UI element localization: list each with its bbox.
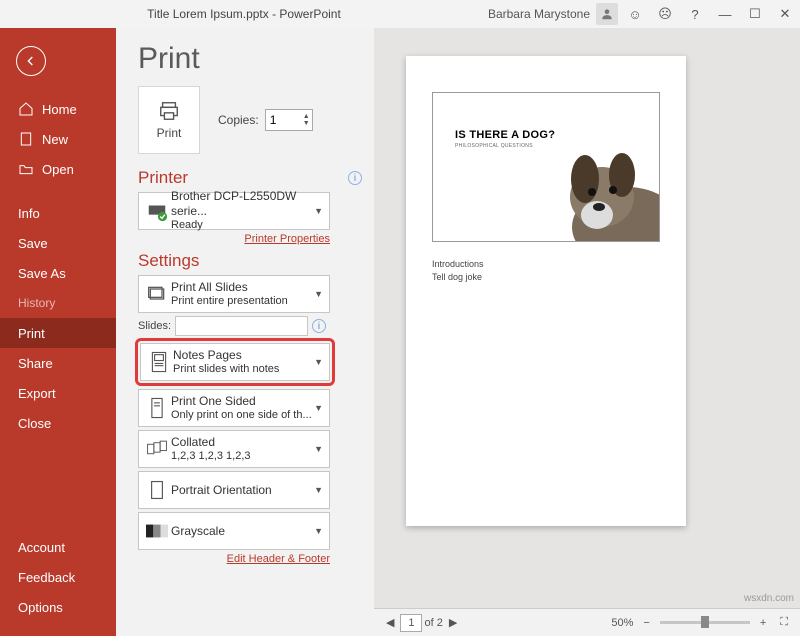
edit-header-footer-link[interactable]: Edit Header & Footer [227, 553, 330, 565]
help-icon[interactable]: ? [680, 0, 710, 28]
home-icon [18, 101, 34, 117]
window-title: Title Lorem Ipsum.pptx - PowerPoint [0, 7, 488, 21]
nav-home[interactable]: Home [0, 94, 116, 124]
chevron-down-icon: ▼ [312, 526, 325, 536]
preview-slide: IS THERE A DOG? PHILOSOPHICAL QUESTIONS [432, 92, 660, 242]
zoom-in-button[interactable]: + [756, 617, 770, 629]
page-of-label: of 2 [424, 617, 442, 629]
nav-info[interactable]: Info [0, 198, 116, 228]
color-select[interactable]: Grayscale ▼ [138, 512, 330, 550]
copies-spinner[interactable]: ▲▼ [303, 113, 312, 127]
print-range-select[interactable]: Print All SlidesPrint entire presentatio… [138, 275, 330, 313]
open-icon [18, 161, 34, 177]
print-button[interactable]: Print [138, 86, 200, 154]
new-icon [18, 131, 34, 147]
print-sides-select[interactable]: Print One SidedOnly print on one side of… [138, 389, 330, 427]
collated-icon [143, 440, 171, 458]
orientation-select[interactable]: Portrait Orientation ▼ [138, 471, 330, 509]
nav-save[interactable]: Save [0, 228, 116, 258]
notes-page-icon [145, 351, 173, 373]
nav-label: New [42, 132, 68, 147]
nav-share[interactable]: Share [0, 348, 116, 378]
nav-save-as[interactable]: Save As [0, 258, 116, 288]
slides-input[interactable] [175, 316, 308, 336]
prev-page-button[interactable]: ◀ [382, 616, 398, 629]
nav-new[interactable]: New [0, 124, 116, 154]
page-input[interactable]: 1 [400, 614, 422, 632]
backstage-sidebar: Home New Open Info Save Save As History … [0, 28, 116, 636]
nav-open[interactable]: Open [0, 154, 116, 184]
zoom-slider[interactable] [660, 621, 750, 624]
fit-to-window-button[interactable]: ⛶ [776, 616, 792, 629]
print-preview-pane: IS THERE A DOG? PHILOSOPHICAL QUESTIONS [374, 28, 800, 636]
zoom-label: 50% [611, 617, 633, 629]
chevron-down-icon: ▼ [312, 357, 325, 367]
nav-export[interactable]: Export [0, 378, 116, 408]
preview-notes: Introductions Tell dog joke [432, 258, 660, 283]
dog-image [537, 137, 660, 242]
chevron-down-icon: ▼ [312, 289, 325, 299]
printer-properties-link[interactable]: Printer Properties [244, 233, 330, 245]
nav-label: Home [42, 102, 77, 117]
preview-status-bar: ◀ 1 of 2 ▶ 50% − + ⛶ [374, 608, 800, 636]
print-layout-select[interactable]: Notes PagesPrint slides with notes ▼ [140, 343, 330, 381]
nav-options[interactable]: Options [0, 592, 116, 622]
feedback-smile-icon[interactable]: ☺ [620, 0, 650, 28]
nav-history: History [0, 288, 116, 318]
feedback-frown-icon[interactable]: ☹ [650, 0, 680, 28]
maximize-button[interactable]: ☐ [740, 0, 770, 28]
user-avatar[interactable] [596, 3, 618, 25]
nav-print[interactable]: Print [0, 318, 116, 348]
slides-icon [143, 284, 171, 304]
next-page-button[interactable]: ▶ [445, 616, 461, 629]
back-button[interactable] [16, 46, 46, 76]
chevron-down-icon: ▼ [312, 485, 325, 495]
print-settings-panel: Print Print Copies: 1 ▲▼ Printer i [116, 28, 374, 636]
chevron-down-icon: ▼ [312, 206, 325, 216]
zoom-out-button[interactable]: − [639, 617, 653, 629]
settings-heading: Settings [138, 251, 199, 271]
watermark: wsxdn.com [744, 593, 794, 604]
preview-page: IS THERE A DOG? PHILOSOPHICAL QUESTIONS [406, 56, 686, 526]
minimize-button[interactable]: — [710, 0, 740, 28]
printer-heading: Printer [138, 168, 188, 188]
nav-account[interactable]: Account [0, 532, 116, 562]
highlight-annotation: Notes PagesPrint slides with notes ▼ [135, 338, 335, 386]
chevron-down-icon: ▼ [312, 444, 325, 454]
portrait-icon [143, 480, 171, 500]
user-name: Barbara Marystone [488, 7, 590, 21]
copies-input[interactable]: 1 ▲▼ [265, 109, 313, 131]
close-button[interactable]: ✕ [770, 0, 800, 28]
slides-info-icon[interactable]: i [312, 319, 326, 333]
page-title: Print [138, 42, 366, 76]
slides-label: Slides: [138, 320, 171, 332]
copies-label: Copies: [218, 113, 259, 127]
printer-info-icon[interactable]: i [348, 171, 362, 185]
nav-label: Open [42, 162, 74, 177]
title-bar: Title Lorem Ipsum.pptx - PowerPoint Barb… [0, 0, 800, 28]
collate-select[interactable]: Collated1,2,3 1,2,3 1,2,3 ▼ [138, 430, 330, 468]
nav-close[interactable]: Close [0, 408, 116, 438]
printer-select[interactable]: Brother DCP-L2550DW serie... Ready ▼ [138, 192, 330, 230]
chevron-down-icon: ▼ [312, 403, 325, 413]
nav-feedback[interactable]: Feedback [0, 562, 116, 592]
grayscale-icon [143, 524, 171, 538]
printer-icon [156, 100, 182, 122]
one-sided-icon [143, 397, 171, 419]
printer-status-icon [143, 200, 171, 222]
